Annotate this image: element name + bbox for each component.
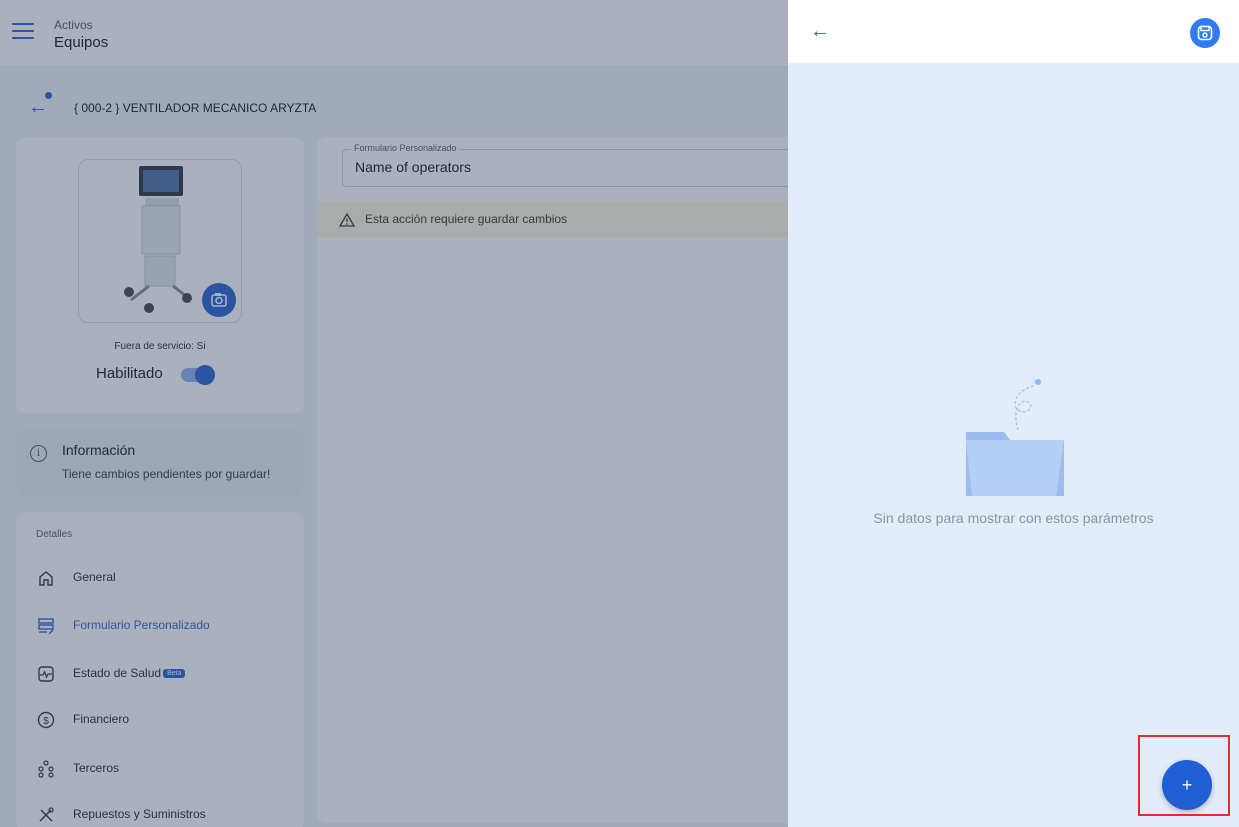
modal-backdrop[interactable]: [0, 0, 788, 827]
empty-state-message: Sin datos para mostrar con estos parámet…: [873, 510, 1154, 526]
asset-page: Activos Equipos ← { 000-2 } VENTILADOR M…: [0, 0, 788, 827]
back-arrow-icon[interactable]: ←: [810, 20, 830, 42]
drawer-header: ←: [788, 0, 1239, 63]
save-icon[interactable]: [1190, 18, 1220, 48]
add-button[interactable]: +: [1162, 760, 1212, 810]
side-drawer: ← Sin datos para mostrar con estos parám…: [788, 0, 1239, 827]
empty-folder-icon: [966, 377, 1064, 496]
